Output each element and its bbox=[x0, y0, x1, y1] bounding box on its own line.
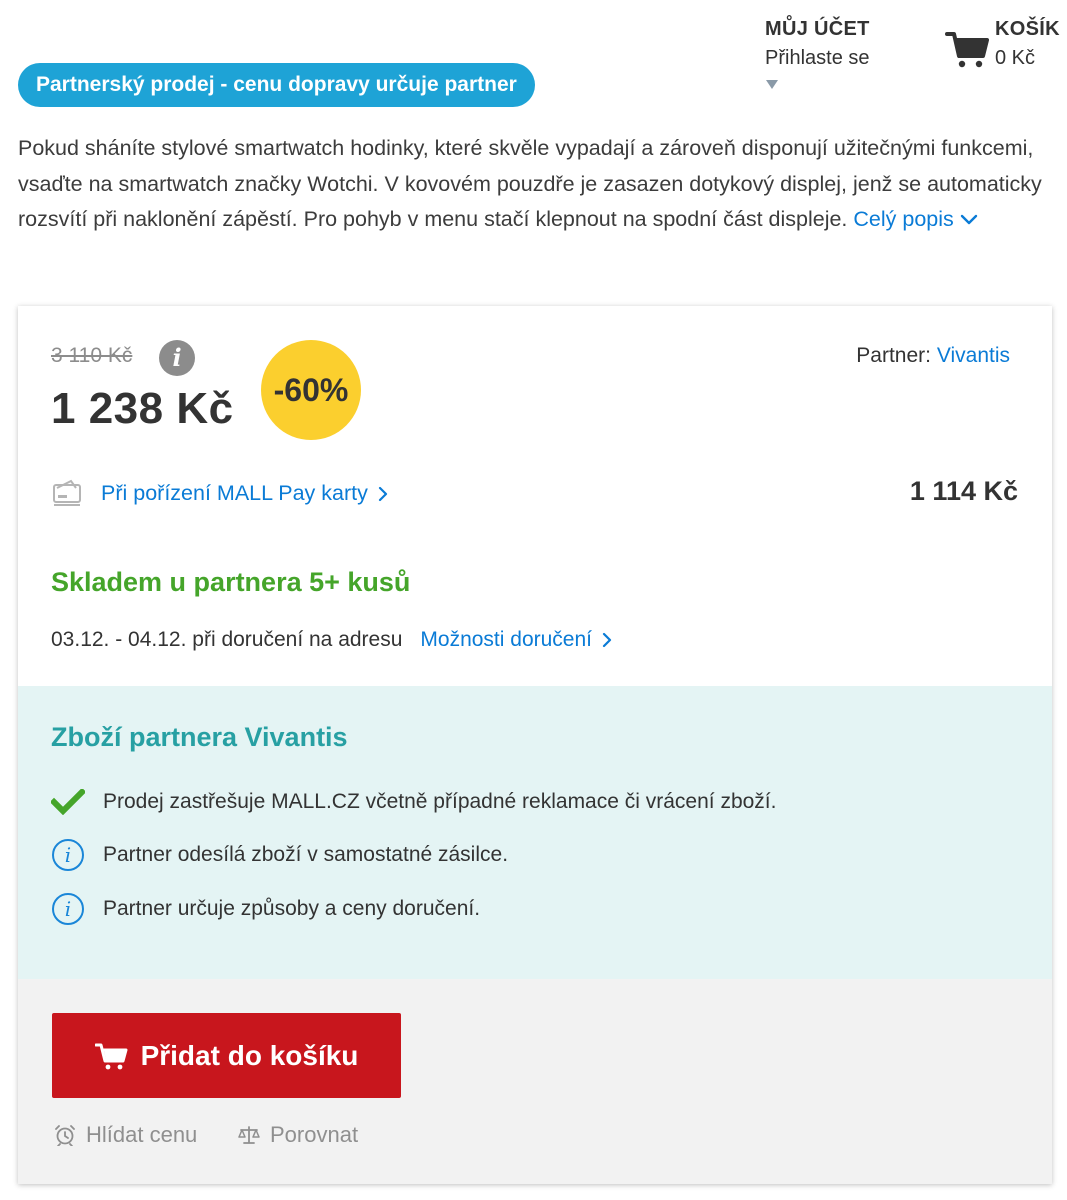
discount-badge: -60% bbox=[261, 340, 361, 440]
chevron-right-icon bbox=[378, 486, 387, 501]
account-menu[interactable]: MŮJ ÚČET Přihlaste se bbox=[765, 18, 870, 89]
mallpay-offer[interactable]: Při pořízení MALL Pay karty bbox=[51, 476, 388, 510]
delivery-dates: 03.12. - 04.12. při doručení na adresu bbox=[51, 628, 403, 651]
price-info-icon[interactable]: i bbox=[159, 340, 195, 376]
partner-link[interactable]: Vivantis bbox=[937, 344, 1010, 367]
partner-label: Partner: bbox=[856, 344, 931, 367]
product-description: Pokud sháníte stylové smartwatch hodinky… bbox=[18, 131, 1058, 238]
feature-text: Prodej zastřešuje MALL.CZ včetně případn… bbox=[103, 790, 777, 813]
credit-card-icon bbox=[53, 479, 81, 506]
add-to-cart-button[interactable]: Přidat do košíku bbox=[52, 1013, 401, 1098]
feature-item: Prodej zastřešuje MALL.CZ včetně případn… bbox=[51, 785, 776, 819]
offer-card: 3 110 Kč i 1 238 Kč -60% Partner: Vivant… bbox=[18, 306, 1052, 1184]
cart-icon bbox=[945, 32, 989, 68]
login-link[interactable]: Přihlaste se bbox=[765, 47, 870, 70]
chevron-down-icon bbox=[960, 215, 977, 225]
header-cart[interactable]: KOŠÍK 0 Kč bbox=[945, 18, 1060, 70]
chevron-right-icon bbox=[602, 633, 612, 648]
delivery-options-label: Možnosti doručení bbox=[420, 628, 592, 651]
add-to-cart-label: Přidat do košíku bbox=[140, 1039, 359, 1071]
partner-sale-badge: Partnerský prodej - cenu dopravy určuje … bbox=[18, 63, 535, 107]
full-description-label: Celý popis bbox=[853, 207, 954, 231]
full-description-link[interactable]: Celý popis bbox=[853, 207, 977, 231]
stock-status: Skladem u partnera 5+ kusů bbox=[51, 567, 411, 597]
caret-down-icon[interactable] bbox=[766, 80, 778, 89]
partner-info: Partner: Vivantis bbox=[856, 344, 1010, 368]
partner-goods-box: Zboží partnera Vivantis Prodej zastřešuj… bbox=[18, 686, 1052, 979]
mallpay-link[interactable]: Při pořízení MALL Pay karty bbox=[101, 481, 388, 506]
compare-button[interactable]: Porovnat bbox=[238, 1122, 358, 1148]
feature-item: i Partner určuje způsoby a ceny doručení… bbox=[51, 892, 480, 926]
current-price: 1 238 Kč bbox=[51, 384, 234, 433]
compare-label: Porovnat bbox=[270, 1122, 359, 1147]
cart-amount: 0 Kč bbox=[995, 47, 1036, 69]
old-price: 3 110 Kč bbox=[51, 344, 133, 367]
cart-title: KOŠÍK bbox=[995, 18, 1060, 40]
watch-price-button[interactable]: Hlídat cenu bbox=[54, 1122, 197, 1148]
info-icon: i bbox=[52, 893, 84, 925]
account-title: MŮJ ÚČET bbox=[765, 18, 870, 40]
delivery-info: 03.12. - 04.12. při doručení na adresu M… bbox=[51, 628, 612, 652]
mallpay-price: 1 114 Kč bbox=[909, 476, 1018, 506]
check-icon bbox=[51, 785, 85, 819]
info-icon: i bbox=[52, 839, 84, 871]
feature-item: i Partner odesílá zboží v samostatné zás… bbox=[51, 838, 508, 872]
watch-price-label: Hlídat cenu bbox=[86, 1122, 198, 1147]
cart-icon bbox=[94, 1043, 128, 1069]
scales-icon bbox=[238, 1126, 260, 1144]
partner-goods-title: Zboží partnera Vivantis bbox=[51, 722, 348, 752]
alarm-clock-icon bbox=[55, 1125, 75, 1146]
feature-text: Partner určuje způsoby a ceny doručení. bbox=[103, 897, 481, 920]
feature-text: Partner odesílá zboží v samostatné zásil… bbox=[103, 843, 509, 866]
delivery-options-link[interactable]: Možnosti doručení bbox=[420, 628, 612, 652]
mallpay-label: Při pořízení MALL Pay karty bbox=[101, 480, 368, 505]
actions-area: Přidat do košíku Hlídat cenu Porovnat bbox=[18, 979, 1052, 1184]
